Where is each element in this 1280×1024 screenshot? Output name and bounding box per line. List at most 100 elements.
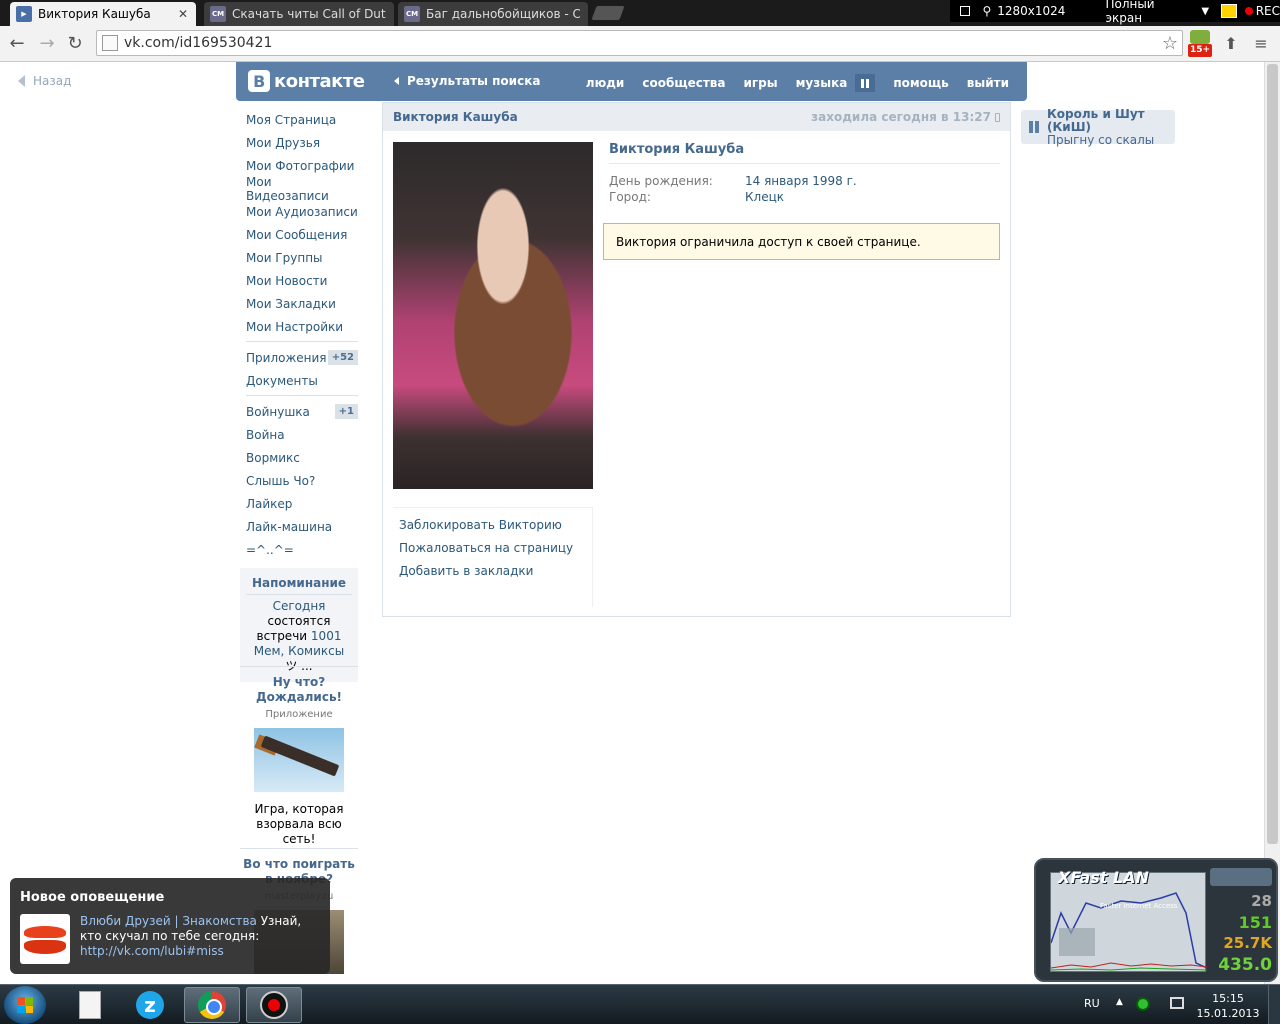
page-viewport: Назад В контакте Результаты поиска люди …: [0, 62, 1264, 984]
notification-popup[interactable]: Новое оповещение Влюби Друзей | Знакомст…: [10, 878, 330, 974]
menu-my-news[interactable]: Мои Новости: [240, 269, 358, 292]
clock-time: 15:15: [1212, 992, 1244, 1005]
tab-vk-profile[interactable]: ▶ Виктория Кашуба ✕: [10, 2, 196, 26]
fullscreen-label[interactable]: Полный экран: [1105, 0, 1181, 25]
pause-icon[interactable]: [855, 74, 876, 92]
back-arrow-icon[interactable]: ←: [6, 32, 28, 54]
birthday-value[interactable]: 14 января 1998 г.: [745, 174, 857, 190]
left-menu: Моя Страница Мои Друзья Мои Фотографии М…: [240, 108, 358, 561]
notification-app-link[interactable]: Влюби Друзей | Знакомства: [80, 914, 257, 928]
nav-games[interactable]: игры: [744, 76, 778, 90]
tab-bug[interactable]: CM Баг дальнобойщиков - С: [398, 2, 588, 26]
vk-header: В контакте Результаты поиска люди сообще…: [236, 62, 1027, 101]
address-bar[interactable]: vk.com/id169530421 ☆: [96, 30, 1183, 56]
menu-game-voina[interactable]: Война: [240, 423, 358, 446]
profile-info: Виктория Кашуба День рождения: 14 января…: [609, 142, 1000, 206]
menu-game-liker[interactable]: Лайкер: [240, 492, 358, 515]
window-icon[interactable]: [960, 6, 971, 16]
vertical-scrollbar[interactable]: [1264, 62, 1280, 984]
profile-header-name: Виктория Кашуба: [393, 110, 518, 124]
rec-button[interactable]: REC: [1244, 4, 1280, 18]
search-icon: ⚲: [982, 4, 992, 18]
taskbar-z-app[interactable]: z: [122, 987, 178, 1023]
pause-icon[interactable]: [1029, 121, 1039, 133]
mini-audio-player[interactable]: Король и Шут (КиШ) Прыгну со скалы: [1021, 106, 1175, 146]
scrollbar-thumb[interactable]: [1267, 64, 1278, 844]
extension-arrow-icon[interactable]: ⬆: [1220, 32, 1242, 54]
tab-title: Скачать читы Call of Duty: [232, 7, 386, 21]
reminder-today-link[interactable]: Сегодня: [273, 599, 326, 613]
show-desktop-button[interactable]: [1268, 985, 1280, 1024]
page-icon: [102, 35, 118, 51]
notification-text: Влюби Друзей | Знакомства Узнай, кто ску…: [80, 914, 302, 958]
city-row: Город: Клецк: [609, 190, 784, 206]
add-bookmark-link[interactable]: Добавить в закладки: [399, 564, 592, 587]
network-status-icon[interactable]: [1136, 997, 1150, 1011]
menu-game-slysh-cho[interactable]: Слышь Чо?: [240, 469, 358, 492]
menu-my-bookmarks[interactable]: Мои Закладки: [240, 292, 358, 315]
ad-description[interactable]: Игра, которая взорвала всю сеть!: [240, 802, 358, 847]
menu-game-cat[interactable]: =^..^=: [240, 538, 358, 561]
monitor-icon[interactable]: [1170, 997, 1184, 1009]
menu-game-voinushka[interactable]: Войнушка +1: [240, 400, 358, 423]
vk-logo[interactable]: В контакте: [248, 70, 365, 92]
camera-icon[interactable]: [1221, 4, 1237, 18]
report-page-link[interactable]: Пожаловаться на страницу: [399, 541, 592, 564]
url-text[interactable]: vk.com/id169530421: [124, 35, 272, 51]
age-badge: 15+: [1188, 44, 1212, 57]
traffic-graph-lines: [1050, 892, 1208, 971]
nav-help[interactable]: помощь: [893, 76, 948, 90]
start-button[interactable]: [4, 986, 46, 1024]
back-link[interactable]: Назад: [18, 74, 71, 88]
ad-block[interactable]: Ну что? Дождались! Приложение Игра, кото…: [240, 666, 358, 847]
browser-toolbar: ← → ↻ vk.com/id169530421 ☆ 15+ ⬆ ≡: [0, 26, 1280, 62]
system-tray: RU ▲ 15:15 15.01.2013: [1076, 985, 1280, 1024]
city-value[interactable]: Клецк: [745, 190, 784, 206]
nav-communities[interactable]: сообщества: [642, 76, 725, 90]
menu-my-settings[interactable]: Мои Настройки: [240, 315, 358, 338]
ad-image[interactable]: [254, 728, 344, 792]
gadget-logo: XFast LAN: [1058, 868, 1149, 887]
clock[interactable]: 15:15 15.01.2013: [1196, 991, 1260, 1021]
reload-icon[interactable]: ↻: [64, 32, 86, 54]
nav-music[interactable]: музыка: [796, 76, 848, 90]
menu-my-friends[interactable]: Мои Друзья: [240, 131, 358, 154]
taskbar-recorder[interactable]: [246, 987, 302, 1023]
menu-game-wormix[interactable]: Вормикс: [240, 446, 358, 469]
profile-name: Виктория Кашуба: [609, 142, 1000, 164]
menu-my-page[interactable]: Моя Страница: [240, 108, 358, 131]
star-icon[interactable]: ☆: [1162, 33, 1178, 54]
cm-favicon-icon: CM: [404, 6, 420, 22]
restricted-access-notice: Виктория ограничила доступ к своей стран…: [603, 223, 1000, 260]
new-tab-button[interactable]: [591, 6, 625, 20]
language-indicator[interactable]: RU: [1084, 997, 1100, 1010]
menu-documents[interactable]: Документы: [240, 369, 358, 392]
profile-photo[interactable]: [393, 142, 593, 489]
age-extension-button[interactable]: 15+: [1188, 30, 1212, 58]
track-artist: Король и Шут (КиШ): [1047, 106, 1145, 134]
menu-my-audio[interactable]: Мои Аудиозаписи: [240, 200, 358, 223]
close-icon[interactable]: ✕: [178, 7, 188, 21]
block-user-link[interactable]: Заблокировать Викторию: [399, 518, 592, 541]
nav-logout[interactable]: выйти: [967, 76, 1009, 90]
gadget-toolbar[interactable]: [1210, 868, 1272, 886]
menu-my-groups[interactable]: Мои Группы: [240, 246, 358, 269]
taskbar-document[interactable]: [62, 987, 118, 1023]
tab-cheats[interactable]: CM Скачать читы Call of Duty: [204, 2, 394, 26]
taskbar-chrome[interactable]: [184, 987, 240, 1023]
menu-game-like-machine[interactable]: Лайк-машина: [240, 515, 358, 538]
forward-arrow-icon[interactable]: →: [36, 32, 58, 54]
menu-icon[interactable]: ≡: [1250, 32, 1272, 54]
network-gadget[interactable]: XFast LAN Faster Internet Access 28 151 …: [1034, 858, 1278, 982]
menu-my-videos[interactable]: Мои Видеозаписи: [240, 175, 358, 203]
search-results-link[interactable]: Результаты поиска: [394, 74, 540, 88]
menu-my-messages[interactable]: Мои Сообщения: [240, 223, 358, 246]
tab-title: Виктория Кашуба: [38, 7, 151, 21]
stat-ping: 28: [1251, 892, 1272, 910]
nav-people[interactable]: люди: [586, 76, 625, 90]
tray-expand-icon[interactable]: ▲: [1116, 997, 1123, 1007]
dropdown-arrow-icon[interactable]: ▼: [1201, 6, 1209, 17]
ad-title[interactable]: Ну что? Дождались!: [240, 675, 358, 705]
menu-apps[interactable]: Приложения +52: [240, 346, 358, 369]
notification-link[interactable]: http://vk.com/lubi#miss: [80, 944, 224, 958]
